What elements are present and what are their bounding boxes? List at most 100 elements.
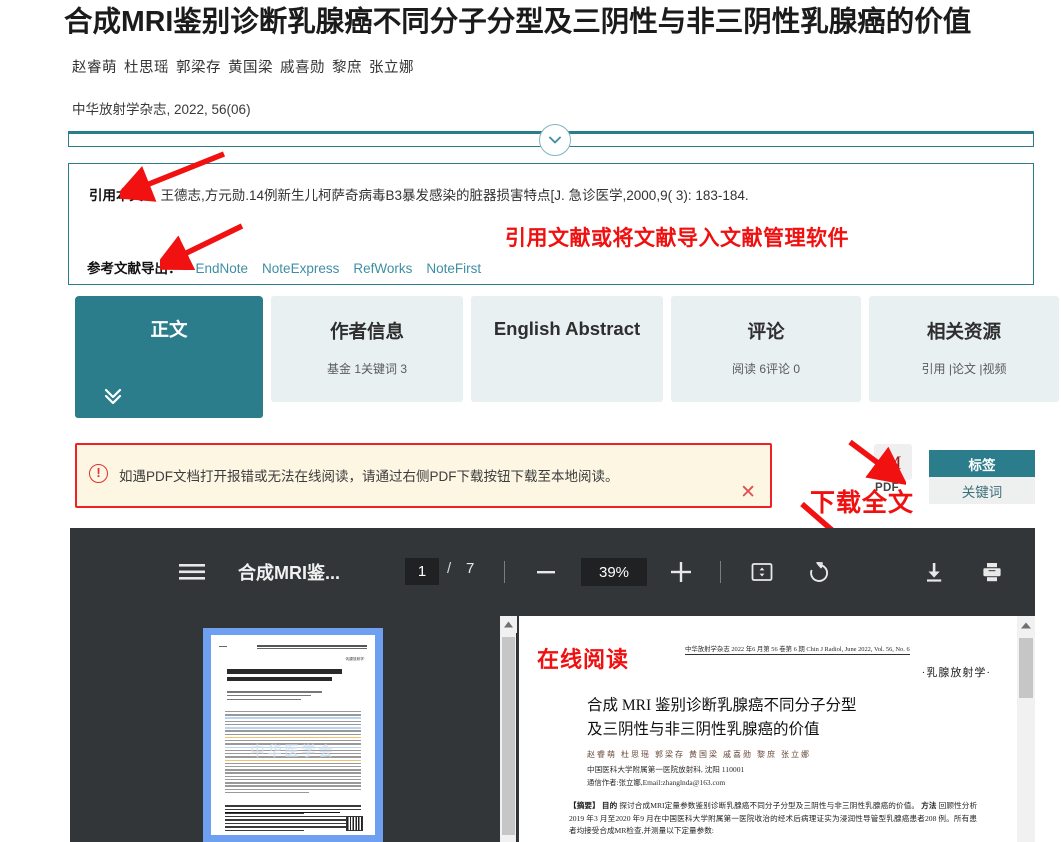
tab-label: 相关资源	[926, 321, 1001, 342]
pdf-document-title: 合成MRI鉴...	[238, 563, 340, 583]
pdf-warning-banner: ! 如遇PDF文档打开报错或无法在线阅读，请通过右侧PDF下载按钮下载至本地阅读…	[75, 443, 772, 508]
pdf-running-head: 中华放射学杂志 2022 年6 月第 56 卷第 6 期 Chin J Radi…	[685, 646, 910, 655]
tab-label: 正文	[150, 319, 188, 340]
double-chevron-down-icon	[104, 388, 122, 405]
qr-code-icon	[346, 816, 363, 831]
author-name[interactable]: 黎庶	[332, 60, 362, 76]
thumbnail-scrollbar-thumb[interactable]	[502, 637, 515, 835]
close-icon[interactable]: ✕	[740, 483, 756, 502]
abstract-objective-label: 目的	[601, 801, 618, 810]
tab-main-text[interactable]: 正文	[75, 296, 263, 418]
more-options-icon[interactable]	[1027, 557, 1035, 587]
tab-sublabel: 阅读 6评论 0	[731, 362, 801, 376]
expand-chevron-down-icon[interactable]	[539, 124, 571, 156]
warning-icon: !	[89, 464, 108, 483]
pdf-authors: 赵睿萌 杜思瑶 郭梁存 黄国梁 戚喜勋 黎庶 张立娜	[587, 750, 811, 759]
pdf-thumbnail-page-1[interactable]: ·乳腺放射学· 中华医学会	[203, 628, 383, 842]
thumb-running-head	[257, 645, 367, 649]
hamburger-menu-glyph	[179, 564, 205, 580]
tab-comments[interactable]: 评论 阅读 6评论 0	[671, 296, 861, 402]
hamburger-menu-icon[interactable]	[174, 558, 210, 586]
thumbnail-content: ·乳腺放射学· 中华医学会	[211, 635, 375, 835]
pdf-title-line-1: 合成 MRI 鉴别诊断乳腺癌不同分子分型	[587, 697, 857, 714]
pdf-toolbar: 合成MRI鉴... 1 / 7 39%	[70, 528, 1035, 616]
citation-text: 王德志,方元勋.14例新生儿柯萨奇病毒B3暴发感染的脏器损害特点[J. 急诊医学…	[160, 188, 749, 203]
annotation-download-hint: 下载全文	[810, 489, 915, 517]
thumb-rule	[225, 811, 340, 813]
print-icon[interactable]	[976, 557, 1008, 587]
tab-sublabel: 基金 1关键词 3	[326, 362, 408, 376]
author-name[interactable]: 杜思瑶	[124, 60, 169, 76]
pdf-section-label: ·乳腺放射学·	[921, 667, 991, 679]
pdf-affiliation: 中国医科大学附属第一医院放射科, 沈阳 110001	[587, 765, 745, 774]
author-name[interactable]: 张立娜	[369, 60, 414, 76]
thumbnail-scroll-up-icon[interactable]	[500, 616, 517, 633]
annotation-online-read: 在线阅读	[537, 647, 630, 672]
rotate-icon[interactable]	[801, 558, 833, 586]
thumb-authors	[227, 691, 359, 702]
thumb-dash	[219, 646, 227, 647]
thumb-title	[227, 669, 361, 684]
page-total: 7	[466, 560, 475, 577]
citation-row: 引用本文： 王德志,方元勋.14例新生儿柯萨奇病毒B3暴发感染的脏器损害特点[J.…	[89, 184, 749, 204]
tab-label: English Abstract	[493, 318, 641, 339]
tab-related-resources[interactable]: 相关资源 引用 |论文 |视频	[869, 296, 1059, 402]
author-list: 赵睿萌 杜思瑶 郭梁存 黄国梁 戚喜勋 黎庶 张立娜	[72, 56, 421, 77]
pdf-body: ·乳腺放射学· 中华医学会 在线阅读 中华放射学杂志 2022 年6 月第 56…	[70, 616, 1035, 842]
keyword-button[interactable]: 关键词	[929, 477, 1035, 504]
pdf-icon: Μ	[885, 453, 902, 474]
tab-english-abstract[interactable]: English Abstract	[471, 296, 663, 402]
pdf-corresponding-author: 通信作者:张立娜,Email:zhanglnda@163.com	[587, 778, 726, 787]
export-link-noteexpress[interactable]: NoteExpress	[262, 261, 339, 276]
thumb-english-block	[225, 805, 361, 833]
export-link-endnote[interactable]: EndNote	[196, 261, 249, 276]
document-scroll-up-icon[interactable]	[1017, 616, 1035, 634]
page-title: 合成MRI鉴别诊断乳腺癌不同分子分型及三阴性与非三阴性乳腺癌的价值	[64, 6, 972, 38]
pdf-page-content[interactable]: 在线阅读 中华放射学杂志 2022 年6 月第 56 卷第 6 期 Chin J…	[519, 616, 1017, 842]
fit-to-page-icon[interactable]	[746, 558, 778, 586]
pdf-viewer: 合成MRI鉴... 1 / 7 39% ·乳腺放射学· 中华医学会 在线阅读 中…	[70, 528, 1035, 842]
author-name[interactable]: 赵睿萌	[72, 60, 117, 76]
pdf-download-button[interactable]: Μ	[874, 444, 912, 480]
pdf-article-title: 合成 MRI 鉴别诊断乳腺癌不同分子分型 及三阴性与非三阴性乳腺癌的价值	[587, 694, 857, 742]
tag-button[interactable]: 标签	[929, 450, 1035, 477]
author-name[interactable]: 戚喜勋	[280, 60, 325, 76]
reference-export-row: 参考文献导出： EndNote NoteExpress RefWorks NoteFir…	[87, 257, 481, 277]
print-glyph	[983, 563, 1001, 582]
article-page: 合成MRI鉴别诊断乳腺癌不同分子分型及三阴性与非三阴性乳腺癌的价值 赵睿萌 杜思瑶…	[0, 0, 1061, 842]
reference-export-label: 参考文献导出：	[87, 261, 182, 276]
abstract-methods-label: 方法	[921, 801, 937, 810]
thumb-watermark: 中华医学会	[250, 743, 336, 759]
plus-glyph	[671, 562, 691, 582]
chevron-down-icon	[549, 136, 561, 144]
author-name[interactable]: 郭梁存	[176, 60, 221, 76]
download-glyph	[927, 563, 942, 582]
annotation-citation-hint: 引用文献或将文献导入文献管理软件	[505, 227, 849, 250]
pdf-thumbnail-pane: ·乳腺放射学· 中华医学会	[70, 616, 500, 842]
abstract-label: 【摘要】	[569, 801, 600, 810]
page-number-input[interactable]: 1	[405, 558, 439, 585]
tab-author-info[interactable]: 作者信息 基金 1关键词 3	[271, 296, 463, 402]
toolbar-divider	[504, 561, 505, 583]
tab-label: 作者信息	[329, 321, 404, 342]
pdf-title-line-2: 及三阴性与非三阴性乳腺癌的价值	[587, 721, 820, 738]
journal-source: 中华放射学杂志, 2022, 56(06)	[72, 102, 251, 117]
author-name[interactable]: 黄国梁	[228, 60, 273, 76]
zoom-out-icon[interactable]	[530, 558, 562, 586]
thumb-section-label: ·乳腺放射学·	[344, 657, 365, 661]
page-separator: /	[447, 560, 452, 577]
download-icon[interactable]	[918, 557, 950, 587]
tab-expand-chevrons-icon	[101, 383, 125, 412]
tab-sublabel: 引用 |论文 |视频	[921, 362, 1007, 376]
export-link-refworks[interactable]: RefWorks	[353, 261, 412, 276]
export-link-notefirst[interactable]: NoteFirst	[426, 261, 481, 276]
toolbar-divider-2	[720, 561, 721, 583]
content-tabs: 正文 作者信息 基金 1关键词 3 English Abstract 评论 阅读…	[75, 296, 1059, 418]
document-scrollbar-thumb[interactable]	[1019, 638, 1033, 698]
caret-up-glyph-2	[1021, 622, 1031, 628]
zoom-level-input[interactable]: 39%	[581, 558, 647, 586]
zoom-in-icon[interactable]	[665, 557, 697, 587]
rotate-glyph	[810, 561, 828, 582]
minus-glyph	[537, 571, 555, 574]
pdf-abstract: 【摘要】 目的 探讨合成MRI定量参数鉴别诊断乳腺癌不同分子分型及三阴性与非三阴…	[569, 800, 977, 838]
